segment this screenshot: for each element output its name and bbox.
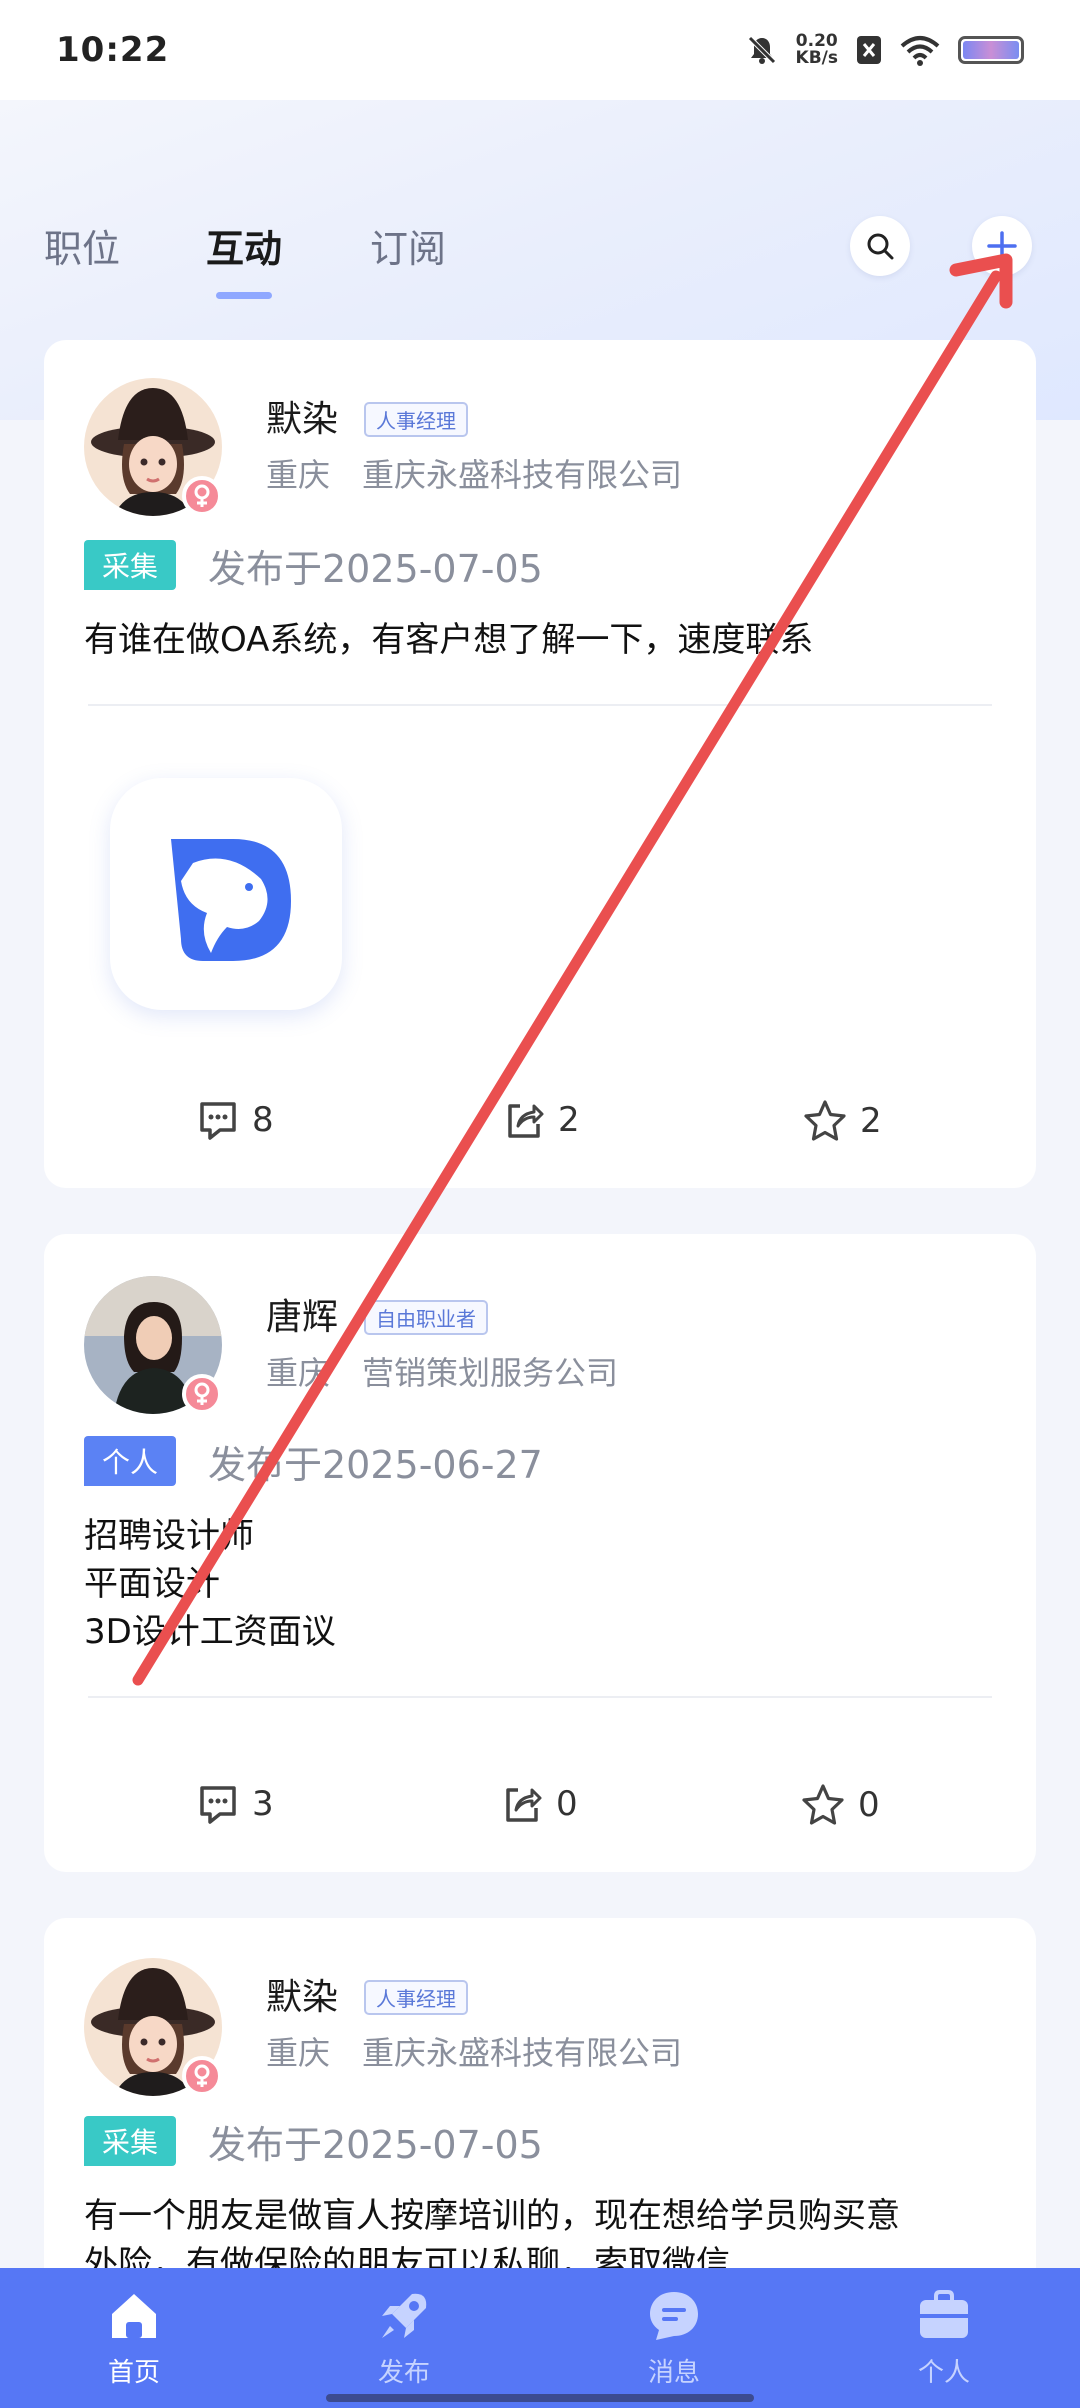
- post-date: 发布于2025-07-05: [208, 547, 543, 591]
- tab-subscriptions[interactable]: 订阅: [370, 218, 446, 273]
- author-city: 重庆: [266, 456, 331, 494]
- active-tab-indicator: [216, 292, 272, 299]
- nav-home[interactable]: 首页: [54, 2286, 214, 2389]
- role-tag: 人事经理: [364, 402, 468, 437]
- author-name[interactable]: 默染: [266, 390, 338, 442]
- source-tag: 采集: [84, 2116, 177, 2166]
- home-icon: [112, 2294, 156, 2338]
- no-sim-icon: [857, 36, 881, 64]
- divider: [88, 1696, 992, 1698]
- author-city: 重庆: [266, 2034, 331, 2072]
- briefcase-icon: [920, 2290, 968, 2338]
- post-card[interactable]: 唐辉 自由职业者 重庆 营销策划服务公司 个人 发布于2025-06-27 招聘…: [44, 1234, 1036, 1872]
- female-badge: [182, 476, 222, 516]
- source-tag: 个人: [84, 1436, 177, 1486]
- tab-jobs[interactable]: 职位: [44, 218, 120, 273]
- search-icon: [867, 233, 894, 260]
- author-company: 营销策划服务公司: [362, 1354, 619, 1392]
- bottom-nav: 首页 发布 消息 个人: [0, 2268, 1080, 2408]
- divider: [88, 704, 992, 706]
- top-tabs: 职位 互动 订阅: [0, 200, 1080, 310]
- comment-icon: [200, 1786, 236, 1824]
- female-badge: [182, 2056, 222, 2096]
- nav-messages[interactable]: 消息: [594, 2286, 754, 2389]
- comment-count: 8: [252, 1100, 274, 1140]
- add-post-button[interactable]: [972, 216, 1032, 276]
- wifi-icon: [900, 36, 940, 66]
- star-count: 2: [860, 1101, 882, 1141]
- plus-icon: [987, 231, 1017, 261]
- comment-button[interactable]: 3: [196, 1782, 274, 1826]
- message-icon: [650, 2292, 698, 2340]
- nav-home-label: 首页: [107, 2358, 160, 2388]
- source-tag-label: 采集: [102, 550, 159, 583]
- star-count: 0: [858, 1785, 880, 1825]
- star-icon: [802, 1784, 844, 1825]
- share-count: 2: [558, 1100, 580, 1140]
- nav-publish[interactable]: 发布: [324, 2286, 484, 2389]
- share-icon: [506, 1788, 542, 1822]
- author-name[interactable]: 唐辉: [266, 1288, 338, 1340]
- author-name[interactable]: 默染: [266, 1968, 338, 2020]
- net-speed: 0.20 KB/s: [796, 33, 838, 67]
- comment-icon: [200, 1102, 236, 1140]
- nav-publish-label: 发布: [377, 2358, 430, 2388]
- author-company: 重庆永盛科技有限公司: [362, 456, 683, 494]
- source-tag: 采集: [84, 540, 177, 590]
- post-date: 发布于2025-06-27: [208, 1443, 543, 1487]
- home-indicator: [326, 2394, 754, 2402]
- search-button[interactable]: [850, 216, 910, 276]
- tab-interactions[interactable]: 互动: [206, 218, 282, 273]
- battery-icon: [958, 36, 1024, 64]
- source-tag-label: 采集: [102, 2126, 159, 2159]
- author-city: 重庆: [266, 1354, 331, 1392]
- female-icon: [194, 1382, 210, 1405]
- mute-icon: [747, 36, 776, 64]
- female-icon: [194, 2064, 210, 2087]
- post-text[interactable]: 招聘设计师 平面设计 3D设计工资面议: [84, 1512, 1004, 1656]
- source-tag-label: 个人: [102, 1446, 159, 1479]
- nav-profile-label: 个人: [917, 2358, 970, 2388]
- post-image[interactable]: [110, 778, 342, 1010]
- post-date: 发布于2025-07-05: [208, 2123, 543, 2167]
- share-button[interactable]: 0: [500, 1782, 578, 1826]
- status-bar: 10:22 0.20 KB/s: [0, 0, 1080, 100]
- post-text[interactable]: 有谁在做OA系统，有客户想了解一下，速度联系: [84, 616, 1004, 664]
- post-card[interactable]: 默染 人事经理 重庆 重庆永盛科技有限公司 采集 发布于2025-07-05 有…: [44, 340, 1036, 1188]
- rocket-icon: [382, 2293, 427, 2338]
- share-button[interactable]: 2: [502, 1098, 580, 1142]
- comment-count: 3: [252, 1784, 274, 1824]
- share-icon: [508, 1104, 544, 1138]
- star-icon: [804, 1100, 846, 1141]
- status-time: 10:22: [56, 30, 170, 70]
- star-button[interactable]: 2: [802, 1098, 882, 1144]
- role-tag: 人事经理: [364, 1980, 468, 2015]
- author-company: 重庆永盛科技有限公司: [362, 2034, 683, 2072]
- role-tag: 自由职业者: [364, 1300, 488, 1335]
- nav-profile[interactable]: 个人: [864, 2286, 1024, 2389]
- nav-messages-label: 消息: [647, 2358, 700, 2388]
- app-logo-image: [171, 839, 291, 961]
- comment-button[interactable]: 8: [196, 1098, 274, 1142]
- share-count: 0: [556, 1784, 578, 1824]
- female-badge: [182, 1374, 222, 1414]
- female-icon: [194, 484, 210, 507]
- star-button[interactable]: 0: [800, 1782, 880, 1828]
- net-speed-unit: KB/s: [795, 48, 838, 68]
- status-icons: 0.20 KB/s: [746, 33, 1024, 67]
